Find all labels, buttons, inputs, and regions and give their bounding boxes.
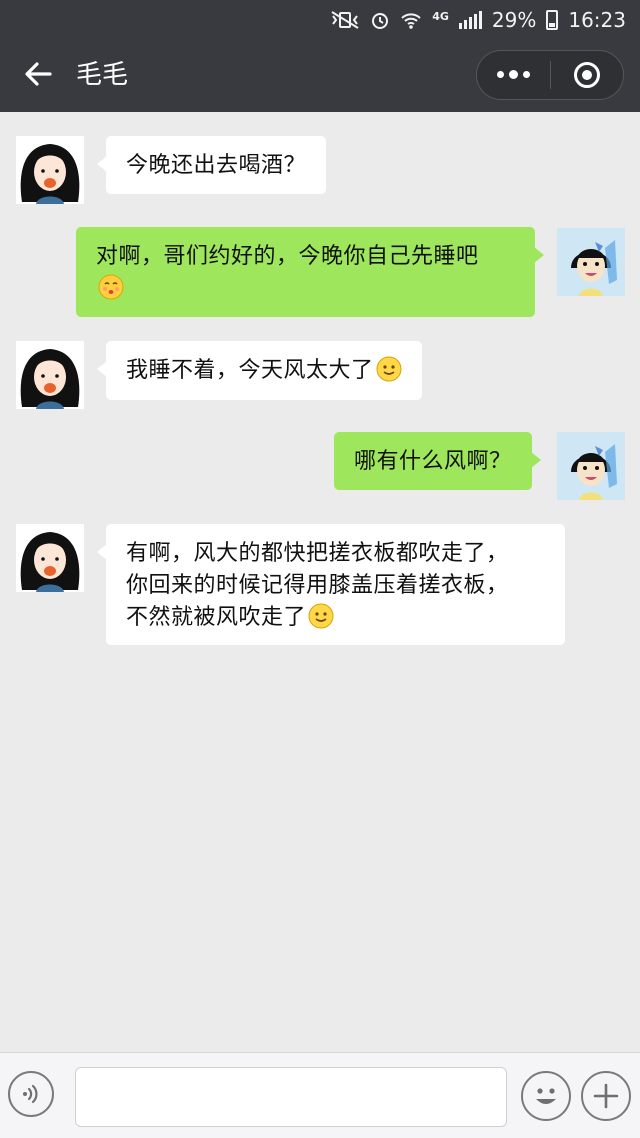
vibrate-icon <box>331 11 359 29</box>
clock: 16:23 <box>568 8 626 32</box>
back-button[interactable] <box>20 56 56 92</box>
battery-icon <box>546 10 559 30</box>
kiss-face-icon <box>98 274 124 300</box>
message-text: 我睡不着，今天风太大了 <box>126 358 374 383</box>
more-button[interactable] <box>477 51 550 99</box>
smile-face-icon <box>376 356 402 382</box>
avatar-other[interactable] <box>16 524 84 592</box>
message-bubble-4[interactable]: 哪有什么风啊？ <box>334 432 541 490</box>
girl-avatar-icon <box>16 136 84 204</box>
more-actions-button[interactable] <box>581 1071 631 1121</box>
message-line: 你回来的时候记得用膝盖压着搓衣板， <box>126 573 509 598</box>
avatar-self[interactable] <box>557 432 625 500</box>
alarm-icon <box>372 13 389 29</box>
message-bubble-1[interactable]: 今晚还出去喝酒？ <box>96 136 327 194</box>
chat-title: 毛毛 <box>76 60 129 90</box>
girl-avatar-icon <box>16 341 84 409</box>
top-bar: 4G 29% 16:23 毛毛 <box>0 0 640 112</box>
close-capsule-button[interactable] <box>551 51 624 99</box>
battery-percent: 29% <box>491 8 537 32</box>
emoji-face-icon <box>536 1088 556 1104</box>
avatar-other[interactable] <box>16 136 84 204</box>
input-bar <box>0 1052 640 1138</box>
message-bubble-5[interactable]: 有啊，风大的都快把搓衣板都吹走了， 你回来的时候记得用膝盖压着搓衣板， 不然就被… <box>97 524 565 645</box>
more-dots-icon <box>496 70 530 79</box>
message-bubble-3[interactable]: 我睡不着，今天风太大了 <box>97 341 422 400</box>
emoji-button[interactable] <box>521 1071 571 1121</box>
voice-button[interactable] <box>8 1071 54 1117</box>
back-arrow-icon <box>25 62 52 86</box>
cartoon-avatar-icon <box>557 228 625 296</box>
avatar-self[interactable] <box>557 228 625 296</box>
wifi-icon <box>401 13 421 29</box>
signal-icon <box>458 11 482 29</box>
network-label: 4G <box>432 9 449 23</box>
message-input[interactable] <box>75 1067 507 1127</box>
status-bar: 4G 29% 16:23 <box>330 6 626 34</box>
mini-program-capsule <box>476 50 624 100</box>
message-text: 对啊，哥们约好的，今晚你自己先睡吧 <box>96 244 479 269</box>
avatar-other[interactable] <box>16 341 84 409</box>
cartoon-avatar-icon <box>557 432 625 500</box>
message-text: 今晚还出去喝酒？ <box>126 153 307 178</box>
voice-icon <box>23 1084 38 1104</box>
girl-avatar-icon <box>16 524 84 592</box>
message-line: 有啊，风大的都快把搓衣板都吹走了， <box>126 541 509 566</box>
target-icon <box>573 62 600 88</box>
smile-face-icon <box>308 603 334 629</box>
message-line: 不然就被风吹走了 <box>126 605 307 630</box>
message-text: 哪有什么风啊？ <box>354 449 512 474</box>
message-bubble-2[interactable]: 对啊，哥们约好的，今晚你自己先睡吧 <box>76 227 544 317</box>
plus-icon <box>593 1083 619 1109</box>
